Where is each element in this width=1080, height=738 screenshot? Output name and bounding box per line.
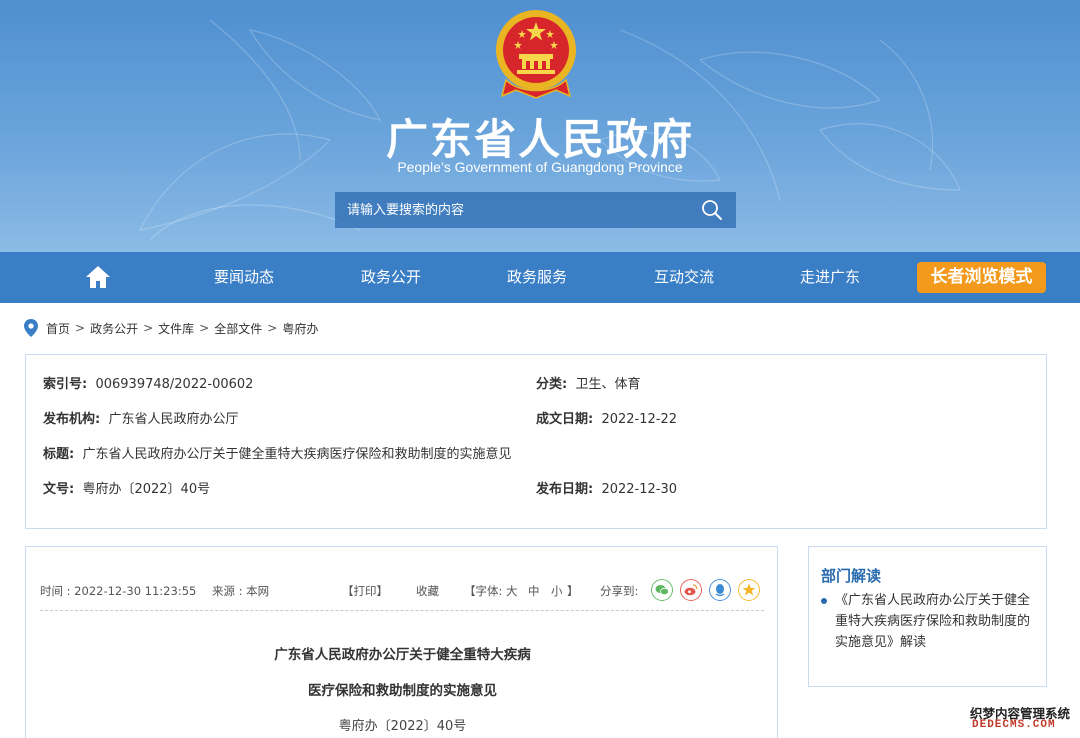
- creation-date: 成文日期: 2022-12-22: [536, 412, 678, 427]
- article-title-line2: 医疗保险和救助制度的实施意见: [308, 683, 497, 699]
- elder-mode-button[interactable]: 长者浏览模式: [917, 262, 1046, 293]
- print-button[interactable]: 【打印】: [342, 583, 388, 599]
- breadcrumb-separator: >: [267, 321, 278, 335]
- article-document-number: 粤府办〔2022〕40号: [338, 719, 467, 734]
- font-medium-button[interactable]: 中: [528, 583, 540, 599]
- national-emblem-icon: [496, 10, 576, 99]
- wechat-share-icon[interactable]: [651, 579, 673, 601]
- document-title-field: 标题: 广东省人民政府办公厅关于健全重特大疾病医疗保险和救助制度的实施意见: [43, 447, 512, 462]
- nav-item-gov-affairs[interactable]: 政务公开: [347, 252, 435, 303]
- breadcrumb-separator: >: [75, 321, 86, 335]
- watermark-line2: DEDECMS.COM: [972, 719, 1056, 731]
- index-number: 索引号: 006939748/2022-00602: [43, 377, 254, 392]
- issuing-agency: 发布机构: 广东省人民政府办公厅: [43, 412, 239, 427]
- font-size-label: 【字体:: [464, 584, 503, 598]
- search-icon[interactable]: [700, 198, 724, 222]
- nav-item-news[interactable]: 要闻动态: [200, 252, 288, 303]
- home-icon[interactable]: [84, 264, 112, 290]
- breadcrumb-home[interactable]: 首页: [46, 320, 70, 337]
- breadcrumb-current[interactable]: 粤府办: [282, 320, 318, 337]
- article-title-line1: 广东省人民政府办公厅关于健全重特大疾病: [274, 647, 531, 663]
- breadcrumb-all-files[interactable]: 全部文件: [214, 320, 262, 337]
- nav-item-gov-services[interactable]: 政务服务: [493, 252, 581, 303]
- qq-share-icon[interactable]: [709, 579, 731, 601]
- document-info-panel: 索引号: 006939748/2022-00602 分类: 卫生、体育 发布机构…: [25, 354, 1047, 529]
- sidebar-title: 部门解读: [821, 567, 882, 585]
- document-number: 文号: 粤府办〔2022〕40号: [43, 482, 211, 497]
- breadcrumb-file-library[interactable]: 文件库: [158, 320, 194, 337]
- font-size-bracket: 】: [567, 584, 579, 598]
- publish-date: 发布日期: 2022-12-30: [536, 482, 678, 497]
- breadcrumb-separator: >: [143, 321, 154, 335]
- qzone-share-icon[interactable]: [738, 579, 760, 601]
- breadcrumb-gov-affairs[interactable]: 政务公开: [90, 320, 138, 337]
- breadcrumb: 首页 > 政务公开 > 文件库 > 全部文件 > 粤府办: [24, 318, 318, 338]
- bullet-icon: [821, 598, 827, 604]
- site-subtitle: People’s Government of Guangdong Provinc…: [397, 159, 683, 175]
- favorite-button[interactable]: 收藏: [416, 583, 439, 599]
- nav-item-about-guangdong[interactable]: 走进广东: [786, 252, 874, 303]
- font-large-button[interactable]: 大: [506, 583, 518, 599]
- interpretation-link[interactable]: 《广东省人民政府办公厅关于健全重特大疾病医疗保险和救助制度的实施意见》解读: [835, 590, 1039, 653]
- publish-time: 时间 : 2022-12-30 11:23:55: [40, 584, 197, 598]
- share-label: 分享到:: [600, 584, 639, 598]
- location-pin-icon: [24, 319, 38, 337]
- article-meta-bar: 时间 : 2022-12-30 11:23:55 来源 : 本网 【打印】 收藏…: [40, 571, 764, 611]
- weibo-share-icon[interactable]: [680, 579, 702, 601]
- breadcrumb-separator: >: [199, 321, 210, 335]
- watermark: 织梦内容管理系统 DEDECMS.COM: [966, 702, 1078, 736]
- nav-item-interaction[interactable]: 互动交流: [640, 252, 728, 303]
- category: 分类: 卫生、体育: [536, 377, 641, 392]
- search-bar: [335, 192, 736, 228]
- article-panel: 时间 : 2022-12-30 11:23:55 来源 : 本网 【打印】 收藏…: [25, 546, 778, 738]
- article-source: 来源 : 本网: [212, 584, 270, 598]
- site-title: 广东省人民政府: [385, 115, 694, 164]
- site-header: 广东省人民政府 People’s Government of Guangdong…: [0, 0, 1080, 252]
- search-input[interactable]: [335, 192, 685, 228]
- font-small-button[interactable]: 小: [551, 583, 563, 599]
- department-interpretation-panel: 部门解读 《广东省人民政府办公厅关于健全重特大疾病医疗保险和救助制度的实施意见》…: [808, 546, 1047, 687]
